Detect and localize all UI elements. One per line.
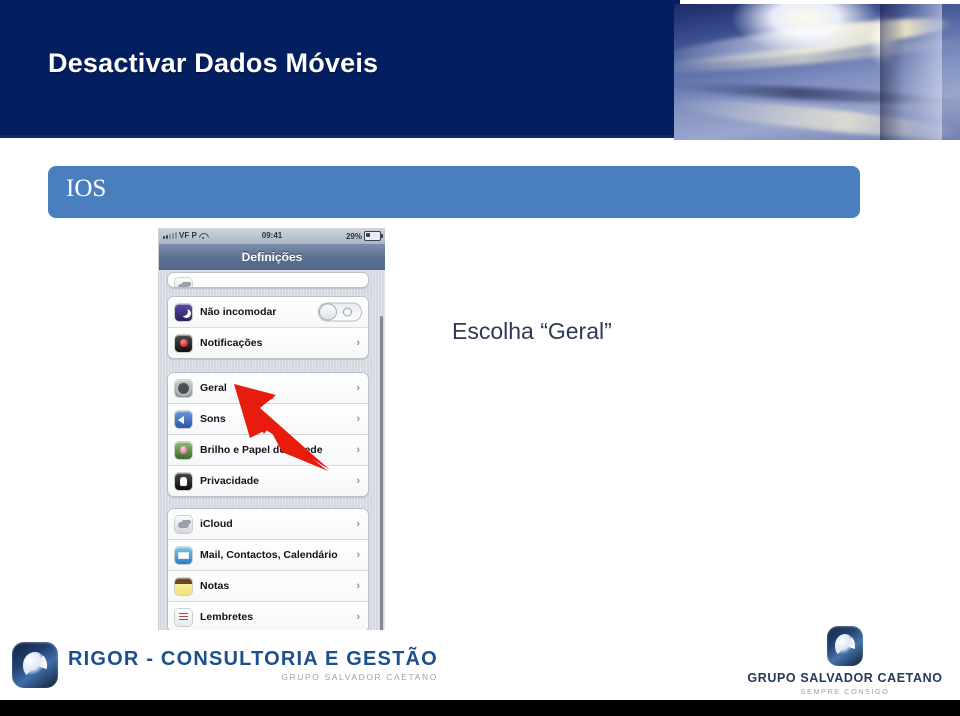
chevron-right-icon: › [356, 549, 360, 561]
list-item-label: Sons [200, 413, 226, 425]
list-item-notificacoes[interactable]: Notificações › [168, 328, 368, 358]
settings-group-partial [167, 272, 369, 288]
speaker-icon [175, 410, 192, 428]
section-banner-label: IOS [66, 175, 107, 202]
chevron-right-icon: › [356, 382, 360, 394]
reminders-icon [175, 608, 192, 626]
header-image-pillar [880, 4, 942, 140]
list-item-sons[interactable]: Sons › [168, 404, 368, 435]
status-bar-right: 29% [345, 231, 383, 241]
notifications-icon [175, 334, 192, 352]
list-item-label: Notas [200, 580, 230, 592]
list-item-nao-incomodar[interactable]: Não incomodar [168, 297, 368, 328]
abstract-light-tunnel-image [674, 4, 960, 140]
toggle-off-circle-icon [343, 307, 352, 317]
slide-header: Desactivar Dados Móveis [0, 0, 960, 140]
icloud-icon [175, 515, 192, 533]
rigor-company-name: RIGOR - CONSULTORIA E GESTÃO [68, 648, 438, 670]
gear-icon [175, 379, 192, 397]
notes-icon [175, 577, 192, 595]
moon-icon [175, 303, 192, 321]
list-item-label: Privacidade [200, 475, 259, 487]
rigor-group-name: GRUPO SALVADOR CAETANO [281, 672, 438, 682]
settings-group-c: iCloud › Mail, Contactos, Calendário › N… [167, 508, 369, 630]
gsc-company-name: GRUPO SALVADOR CAETANO [747, 671, 943, 685]
brightness-wallpaper-icon [175, 441, 192, 459]
partial-row-icon [175, 277, 192, 287]
rigor-text-block: RIGOR - CONSULTORIA E GESTÃO GRUPO SALVA… [68, 648, 438, 682]
footer-gsc-logo-block: GRUPO SALVADOR CAETANO SEMPRE CONSIGO [742, 626, 948, 696]
settings-list-body: Não incomodar Notificações › Geral › Son… [159, 270, 385, 630]
footer-rigor-logo-block: RIGOR - CONSULTORIA E GESTÃO GRUPO SALVA… [12, 638, 438, 692]
list-item-icloud[interactable]: iCloud › [168, 509, 368, 540]
list-item-label: Lembretes [200, 611, 254, 623]
callout-escolha-geral: Escolha “Geral” [452, 318, 612, 344]
page-title: Desactivar Dados Móveis [48, 48, 379, 78]
chevron-right-icon: › [356, 580, 360, 592]
settings-scrollbar[interactable] [380, 316, 383, 630]
list-item[interactable] [168, 273, 368, 287]
list-item-geral[interactable]: Geral › [168, 373, 368, 404]
battery-icon [364, 231, 383, 241]
list-item-label: Brilho e Papel de parede [200, 444, 323, 456]
do-not-disturb-toggle[interactable] [318, 302, 362, 322]
chevron-right-icon: › [356, 475, 360, 487]
list-item-notas[interactable]: Notas › [168, 571, 368, 602]
list-item-lembretes[interactable]: Lembretes › [168, 602, 368, 630]
settings-group-b: Geral › Sons › Brilho e Papel de parede … [167, 372, 369, 497]
mail-icon [175, 546, 192, 564]
status-bar: VF P 09:41 29% [159, 228, 385, 244]
list-item-mail[interactable]: Mail, Contactos, Calendário › [168, 540, 368, 571]
footer-black-bar [0, 700, 960, 716]
battery-percent-label: 29% [345, 231, 362, 241]
chevron-right-icon: › [356, 611, 360, 623]
section-banner-ios: IOS [48, 166, 860, 218]
rigor-logo [12, 642, 58, 688]
list-item-brilho[interactable]: Brilho e Papel de parede › [168, 435, 368, 466]
chevron-right-icon: › [356, 518, 360, 530]
chevron-right-icon: › [356, 444, 360, 456]
chevron-right-icon: › [356, 337, 360, 349]
iphone-settings-screenshot: VF P 09:41 29% Definições Não incomodar [158, 228, 385, 630]
list-item-label: Mail, Contactos, Calendário [200, 549, 338, 561]
gsc-tagline: SEMPRE CONSIGO [800, 687, 890, 696]
list-item-label: iCloud [200, 518, 233, 530]
list-item-label: Não incomodar [200, 306, 277, 318]
list-item-label: Geral [200, 382, 227, 394]
toggle-knob[interactable] [319, 303, 337, 321]
list-item-label: Notificações [200, 337, 263, 349]
grupo-salvador-caetano-logo [827, 626, 863, 666]
settings-nav-title: Definições [159, 244, 385, 271]
chevron-right-icon: › [356, 413, 360, 425]
list-item-privacidade[interactable]: Privacidade › [168, 466, 368, 496]
privacy-hand-icon [175, 472, 192, 490]
settings-group-a: Não incomodar Notificações › [167, 296, 369, 359]
